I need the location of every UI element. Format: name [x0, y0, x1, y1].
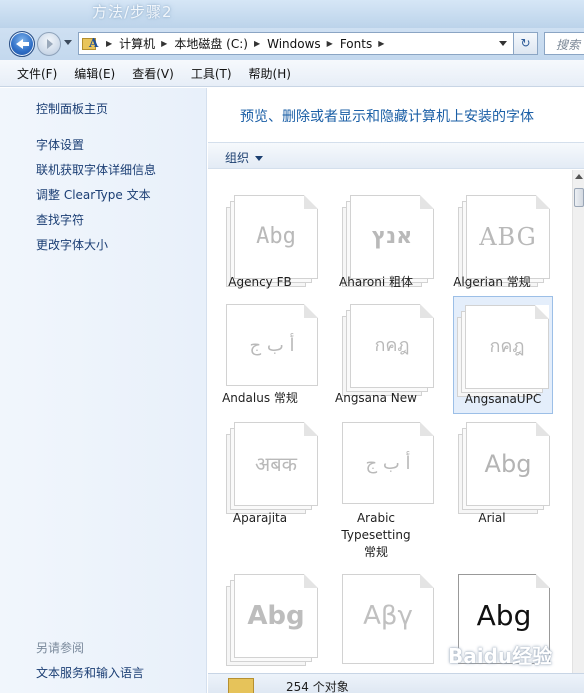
font-file-icon: अबक: [226, 418, 322, 514]
breadcrumb-windows[interactable]: Windows: [267, 37, 321, 51]
font-tile-arial-unicode[interactable]: Αβγ: [326, 566, 434, 673]
menu-file[interactable]: 文件(F): [17, 65, 57, 82]
see-also-heading: 另请参阅: [36, 641, 85, 655]
organize-button[interactable]: 组织: [225, 149, 264, 166]
font-tile-arabic-typesetting[interactable]: أ ب ج Arabic Typesetting 常规: [326, 414, 434, 564]
fonts-grid: Abg Agency FB אנץ Aharoni 粗体 ABG Algeria…: [208, 170, 572, 673]
font-file-icon: أ ب ج: [226, 300, 322, 396]
sidebar-link-text-services[interactable]: 文本服务和输入语言: [36, 664, 144, 681]
watermark-logo: Baidu经验: [448, 644, 553, 668]
menu-help[interactable]: 帮助(H): [249, 65, 291, 82]
font-tile-aharoni[interactable]: אנץ Aharoni 粗体: [326, 178, 434, 298]
sidebar-link-find-character[interactable]: 查找字符: [36, 211, 84, 228]
chevron-down-icon: [255, 156, 264, 161]
chevron-right-icon[interactable]: ▶: [378, 39, 384, 48]
breadcrumb-computer[interactable]: 计算机: [119, 35, 155, 52]
back-button[interactable]: [9, 31, 35, 57]
address-bar[interactable]: A ▶ 计算机 ▶ 本地磁盘 (C:) ▶ Windows ▶ Fonts ▶: [78, 32, 514, 55]
breadcrumb-fonts[interactable]: Fonts: [340, 37, 372, 51]
font-file-icon: אנץ: [342, 191, 438, 287]
font-file-icon: أ ب ج: [342, 418, 438, 514]
font-file-icon: กคฎ: [342, 300, 438, 396]
sidebar-link-adjust-cleartype[interactable]: 调整 ClearType 文本: [36, 186, 151, 203]
font-tile-arial-rounded[interactable]: Abg: [210, 566, 318, 673]
font-file-icon: กคฎ: [457, 301, 553, 397]
vertical-scrollbar[interactable]: [572, 170, 584, 673]
sidebar-link-control-panel-home[interactable]: 控制面板主页: [36, 100, 108, 117]
sidebar-link-get-font-info-online[interactable]: 联机获取字体详细信息: [36, 161, 156, 178]
menu-edit[interactable]: 编辑(E): [74, 65, 115, 82]
page-title: 预览、删除或者显示和隐藏计算机上安装的字体: [240, 109, 534, 125]
forward-button[interactable]: [37, 32, 61, 56]
navigation-bar: A ▶ 计算机 ▶ 本地磁盘 (C:) ▶ Windows ▶ Fonts ▶ …: [0, 28, 584, 60]
organize-label: 组织: [225, 151, 250, 165]
font-tile-angsanaupc[interactable]: กคฎ AngsanaUPC: [453, 296, 553, 414]
font-tile-agency-fb[interactable]: Abg Agency FB: [210, 178, 318, 298]
search-input[interactable]: 搜索: [544, 32, 584, 55]
navigation-pane: 控制面板主页 字体设置 联机获取字体详细信息 调整 ClearType 文本 查…: [0, 88, 207, 693]
sidebar-link-change-font-size[interactable]: 更改字体大小: [36, 236, 108, 253]
font-name: Algerian 常规: [453, 275, 531, 289]
font-name: Andalus 常规: [222, 391, 298, 405]
object-count: 254 个对象: [286, 680, 349, 693]
fonts-folder-icon: A: [82, 36, 100, 52]
chevron-right-icon[interactable]: ▶: [254, 39, 260, 48]
title-bar: 方法/步骤2: [0, 0, 584, 28]
font-tile-arial[interactable]: Abg Arial: [442, 414, 550, 564]
command-bar: 组织: [208, 142, 584, 169]
scrollbar-thumb[interactable]: [574, 188, 584, 207]
chevron-right-icon[interactable]: ▶: [327, 39, 333, 48]
font-tile-aparajita[interactable]: अबक Aparajita: [210, 414, 318, 564]
font-tile-angsana-new[interactable]: กคฎ Angsana New: [326, 296, 434, 414]
font-name: Aparajita: [232, 511, 288, 525]
refresh-button[interactable]: ↻: [514, 32, 538, 55]
details-pane: 254 个对象: [208, 673, 584, 693]
font-file-icon: ABG: [458, 191, 554, 287]
font-name: Arial: [478, 511, 506, 525]
font-name: Arabic Typesetting 常规: [341, 511, 411, 559]
recent-pages-dropdown-icon[interactable]: [64, 40, 72, 45]
font-tile-algerian[interactable]: ABG Algerian 常规: [442, 178, 550, 298]
font-name: AngsanaUPC: [464, 392, 542, 406]
chevron-right-icon[interactable]: ▶: [106, 39, 112, 48]
font-file-icon: Abg: [458, 418, 554, 514]
menu-tools[interactable]: 工具(T): [191, 65, 232, 82]
font-name: Agency FB: [228, 275, 292, 289]
address-dropdown-icon[interactable]: [499, 41, 507, 46]
chevron-right-icon[interactable]: ▶: [161, 39, 167, 48]
menu-bar: 文件(F) 编辑(E) 查看(V) 工具(T) 帮助(H): [0, 60, 584, 87]
window-title: 方法/步骤2: [92, 3, 173, 21]
font-file-icon: Abg: [226, 570, 322, 666]
font-file-icon: Abg: [226, 191, 322, 287]
font-name: Aharoni 粗体: [339, 275, 413, 289]
font-file-icon: Αβγ: [342, 570, 438, 666]
font-name: Angsana New: [335, 391, 417, 405]
font-tile-andalus[interactable]: أ ب ج Andalus 常规: [210, 296, 318, 414]
scroll-up-icon[interactable]: [575, 174, 583, 179]
breadcrumb-local-disk[interactable]: 本地磁盘 (C:): [174, 35, 248, 52]
sidebar-link-font-settings[interactable]: 字体设置: [36, 136, 84, 153]
menu-view[interactable]: 查看(V): [132, 65, 174, 82]
folder-icon: [228, 678, 254, 693]
